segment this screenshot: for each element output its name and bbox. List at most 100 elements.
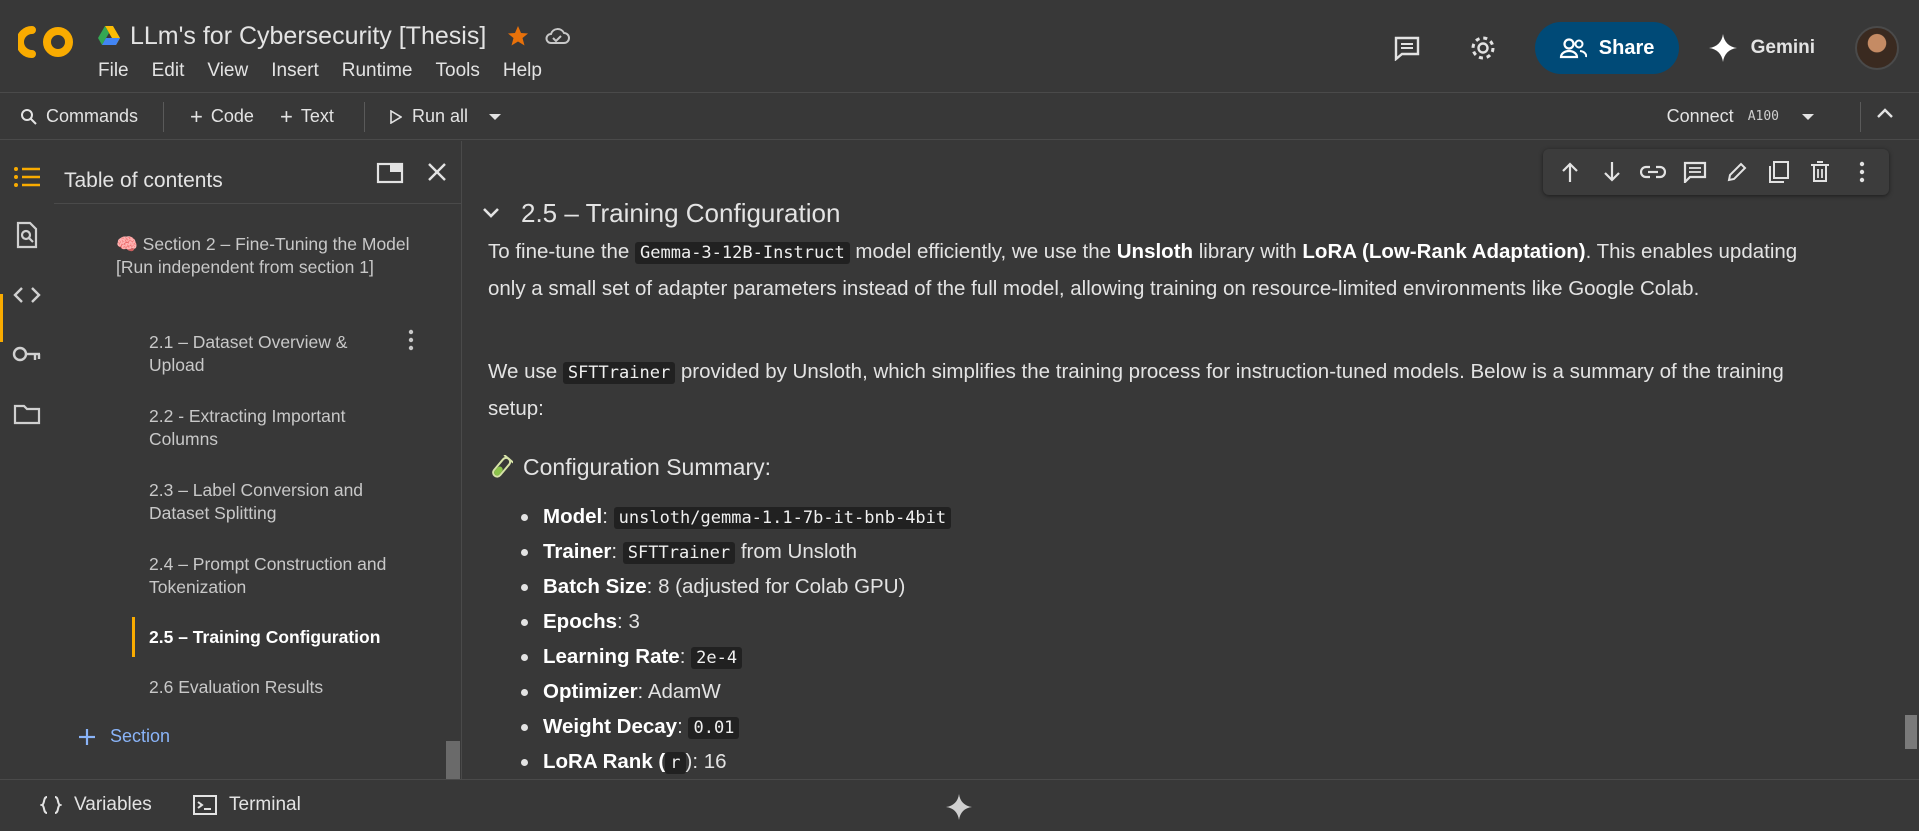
add-section-button[interactable]: Section — [78, 726, 170, 747]
move-up-icon[interactable] — [1554, 156, 1586, 188]
variables-button[interactable]: Variables — [40, 794, 152, 816]
gemini-button[interactable]: Gemini — [1708, 34, 1815, 62]
top-bar: LLm's for Cybersecurity [Thesis] File Ed… — [0, 0, 1919, 92]
colab-logo[interactable] — [18, 26, 74, 58]
add-text-button[interactable]: + Text — [280, 105, 334, 127]
open-in-tab-icon[interactable] — [376, 161, 404, 185]
close-icon[interactable] — [426, 161, 448, 183]
cloud-sync-icon[interactable] — [544, 26, 571, 46]
collapse-chevron-icon[interactable] — [481, 206, 501, 220]
link-icon[interactable] — [1637, 156, 1669, 188]
toolbar-divider — [364, 102, 365, 132]
run-all-label: Run all — [412, 106, 469, 126]
item-key: LoRA Rank ( — [543, 750, 666, 773]
more-options-icon[interactable] — [1846, 156, 1878, 188]
menu-tools[interactable]: Tools — [436, 60, 480, 82]
toolbar-divider — [1860, 102, 1861, 132]
commands-button[interactable]: Commands — [20, 106, 138, 127]
edit-pencil-icon[interactable] — [1721, 156, 1753, 188]
toc-scrollbar[interactable] — [446, 741, 460, 779]
menu-file[interactable]: File — [98, 60, 129, 82]
notebook-main: 2.5 – Training Configuration To fine-tun… — [463, 141, 1919, 779]
chevron-down-icon[interactable] — [1801, 113, 1815, 121]
toc-item-2-3[interactable]: 2.3 – Label Conversion and Dataset Split… — [149, 479, 399, 525]
bold-text: Unsloth — [1116, 240, 1194, 263]
toolbar-divider — [163, 102, 164, 132]
comment-icon[interactable] — [1679, 156, 1711, 188]
connect-runtime-button[interactable]: Connect A100 — [1667, 106, 1815, 127]
plus-icon: + — [190, 103, 203, 129]
menu-help[interactable]: Help — [503, 60, 542, 82]
toc-item-2-6[interactable]: 2.6 Evaluation Results — [149, 676, 429, 699]
inline-code: SFTTrainer — [562, 362, 676, 384]
share-label: Share — [1598, 36, 1655, 59]
text-cell[interactable]: 2.5 – Training Configuration To fine-tun… — [477, 141, 1897, 779]
code-snippets-icon[interactable] — [11, 279, 43, 311]
menu-runtime[interactable]: Runtime — [342, 60, 413, 82]
item-sep: : — [602, 505, 614, 528]
config-summary-heading: Configuration Summary: — [489, 454, 771, 481]
toc-item-section-2[interactable]: 🧠 Section 2 – Fine-Tuning the Model [Run… — [116, 233, 416, 279]
chevron-down-icon[interactable] — [488, 113, 502, 121]
comments-icon[interactable] — [1383, 24, 1431, 72]
gemini-sparkle-icon[interactable] — [946, 794, 972, 820]
item-sep: : — [677, 715, 689, 738]
secrets-key-icon[interactable] — [11, 338, 43, 370]
add-text-label: Text — [300, 106, 334, 126]
paragraph-2: We use SFTTrainer provided by Unsloth, w… — [488, 354, 1828, 426]
inline-code: unsloth/gemma-1.1-7b-it-bnb-4bit — [613, 507, 952, 529]
inline-code: SFTTrainer — [622, 542, 736, 564]
inline-code: 2e-4 — [691, 647, 743, 669]
find-replace-icon[interactable] — [11, 219, 43, 251]
item-text: AdamW — [647, 680, 721, 703]
delete-trash-icon[interactable] — [1804, 156, 1836, 188]
toc-list-icon[interactable] — [11, 161, 43, 193]
list-item: Epochs: 3 — [521, 604, 951, 639]
files-folder-icon[interactable] — [11, 398, 43, 430]
menu-insert[interactable]: Insert — [271, 60, 319, 82]
list-item: Weight Decay: 0.01 — [521, 709, 951, 744]
active-indicator — [0, 294, 3, 342]
item-text: 3 — [628, 610, 640, 633]
collapse-header-button[interactable] — [1876, 107, 1894, 119]
menu-edit[interactable]: Edit — [152, 60, 185, 82]
test-tube-icon — [492, 454, 513, 478]
toc-item-2-5[interactable]: 2.5 – Training Configuration — [149, 626, 429, 649]
text-span: provided by Unsloth, which simplifies th… — [488, 360, 1784, 420]
drive-icon[interactable] — [98, 26, 120, 46]
move-down-icon[interactable] — [1596, 156, 1628, 188]
toc-active-indicator — [132, 617, 135, 657]
mirror-cell-icon[interactable] — [1763, 156, 1795, 188]
toc-divider — [54, 203, 461, 204]
item-key: Epochs — [543, 610, 618, 633]
summary-heading-text: Configuration Summary: — [523, 454, 771, 480]
toc-item-label: 2.5 – Training Configuration — [149, 627, 381, 647]
text-span: We use — [488, 360, 563, 383]
run-all-button[interactable]: Run all — [390, 106, 502, 127]
share-button[interactable]: Share — [1534, 22, 1679, 74]
toc-item-label: Section 2 – Fine-Tuning the Model [Run i… — [116, 234, 410, 277]
item-key: Trainer — [543, 540, 612, 563]
text-span: library with — [1193, 240, 1303, 263]
item-text: from Unsloth — [735, 540, 858, 563]
settings-gear-icon[interactable] — [1459, 24, 1507, 72]
item-sep: : — [617, 610, 629, 633]
item-key: Model — [543, 505, 603, 528]
toc-item-2-2[interactable]: 2.2 - Extracting Important Columns — [149, 405, 399, 451]
toc-item-2-1[interactable]: 2.1 – Dataset Overview & Upload — [149, 331, 399, 377]
item-text: 8 (adjusted for Colab GPU) — [658, 575, 906, 598]
toc-item-2-4[interactable]: 2.4 – Prompt Construction and Tokenizati… — [149, 553, 419, 599]
item-sep: : — [679, 645, 692, 668]
terminal-icon — [193, 795, 217, 815]
user-avatar[interactable] — [1855, 26, 1899, 70]
add-code-button[interactable]: + Code — [190, 103, 254, 129]
menu-view[interactable]: View — [207, 60, 248, 82]
notebook-title[interactable]: LLm's for Cybersecurity [Thesis] — [130, 22, 486, 51]
star-icon[interactable] — [506, 24, 530, 48]
terminal-button[interactable]: Terminal — [193, 794, 301, 816]
main-scrollbar[interactable] — [1905, 715, 1917, 749]
more-vert-icon[interactable] — [408, 329, 414, 351]
add-section-label: Section — [110, 726, 171, 746]
list-item: Learning Rate: 2e-4 — [521, 639, 951, 674]
toc-item-label: 2.2 - Extracting Important Columns — [149, 406, 346, 449]
